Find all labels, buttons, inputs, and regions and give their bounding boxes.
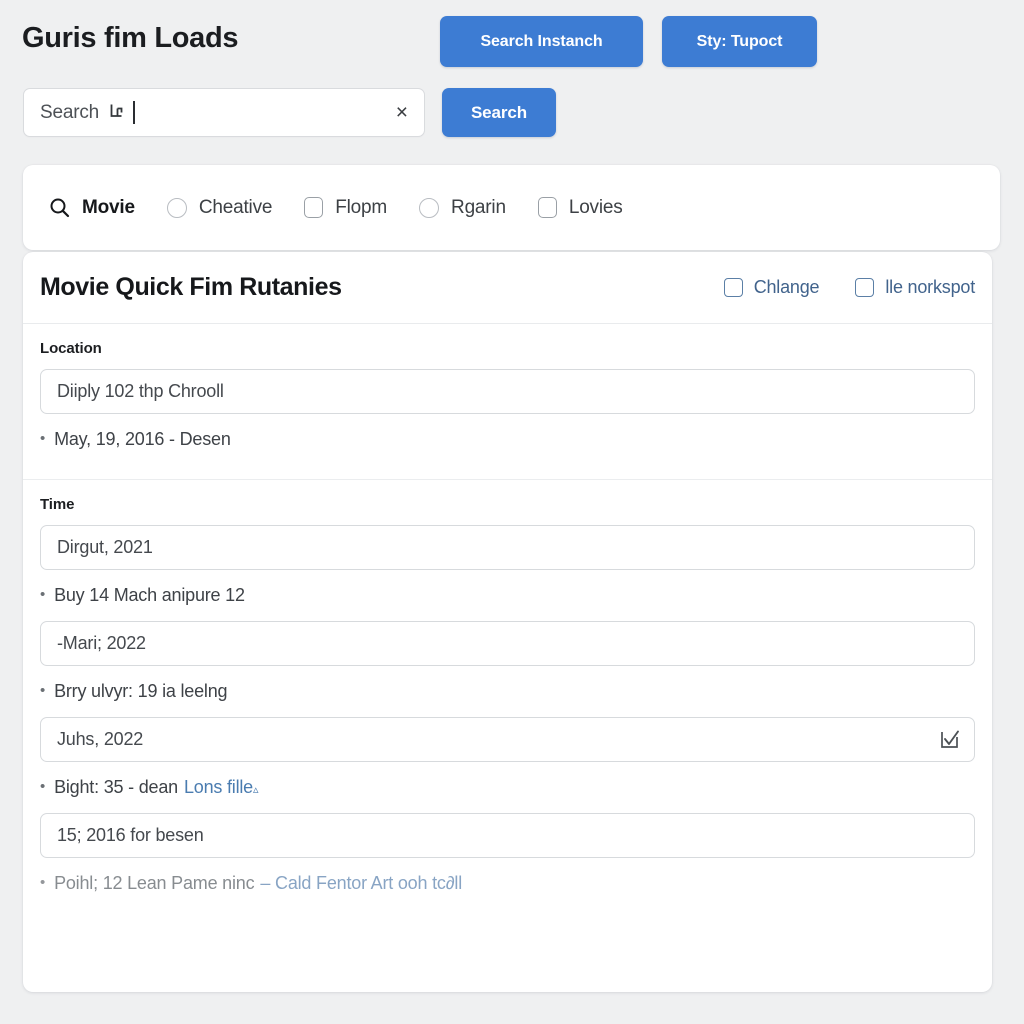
filter-label: Lovies bbox=[568, 196, 623, 218]
row-input-value: Juhs, 2022 bbox=[57, 729, 144, 749]
row-input-juhs[interactable]: Juhs, 2022 bbox=[40, 717, 975, 762]
search-input-value: Search bbox=[40, 101, 100, 123]
filter-option-movie[interactable]: Movie bbox=[49, 197, 135, 219]
checkbox-lle-norkspot[interactable]: lle norkspot bbox=[855, 277, 975, 298]
sty-tupoct-button[interactable]: Sty: Tupoct bbox=[662, 16, 817, 67]
field-label-time: Time bbox=[40, 496, 75, 513]
radio-icon bbox=[419, 197, 440, 218]
search-button[interactable]: Search bbox=[442, 88, 556, 137]
checkbox-icon bbox=[855, 278, 875, 297]
row-input-besen[interactable]: 15; 2016 for besen bbox=[40, 813, 975, 858]
location-note: • May, 19, 2016 - Desen bbox=[40, 429, 975, 450]
note-text: Buy 14 Mach anipure 12 bbox=[54, 585, 245, 605]
row-input-value: 15; 2016 for besen bbox=[57, 825, 204, 845]
filter-label: Rgarin bbox=[451, 196, 506, 218]
note-text: Poihl; 12 Lean Pame ninc bbox=[54, 873, 255, 893]
section-location: Location Diiply 102 thp Chrooll • May, 1… bbox=[23, 324, 992, 479]
filter-option-cheative[interactable]: Cheative bbox=[166, 196, 273, 219]
text-caret bbox=[133, 101, 135, 124]
time-input[interactable]: Dirgut, 2021 bbox=[40, 525, 975, 570]
location-input-value: Diiply 102 thp Chrooll bbox=[57, 381, 224, 401]
bullet-dot: • bbox=[40, 874, 46, 891]
note-superscript: ▵ bbox=[253, 784, 259, 796]
clipped-note-wrapper: • Poihl; 12 Lean Pame ninc – Cald Fentor… bbox=[40, 873, 975, 893]
filter-option-rgarin[interactable]: Rgarin bbox=[419, 197, 506, 219]
filter-label: Cheative bbox=[198, 196, 273, 218]
radio-icon bbox=[166, 197, 187, 218]
row-input-value: -Mari; 2022 bbox=[57, 633, 146, 653]
search-instance-button[interactable]: Search Instanch bbox=[440, 16, 643, 67]
row-note-bight: • Bight: 35 - dean Lons fille ▵ bbox=[40, 777, 975, 798]
row-input-mari[interactable]: -Mari; 2022 bbox=[40, 621, 975, 666]
filter-label: Movie bbox=[82, 196, 135, 218]
row-note-poihl: • Poihl; 12 Lean Pame ninc – Cald Fentor… bbox=[40, 873, 975, 893]
bullet-dot: • bbox=[40, 682, 46, 699]
note-link[interactable]: – Cald Fentor Art ooh tc∂ll bbox=[260, 873, 462, 893]
clear-icon[interactable]: × bbox=[394, 102, 410, 123]
note-text: May, 19, 2016 - Desen bbox=[54, 429, 231, 449]
checkbox-icon bbox=[304, 197, 324, 218]
page-title: Guris fim Loads bbox=[22, 22, 239, 54]
checkbox-icon bbox=[537, 197, 557, 218]
app-root: Guris fim Loads Search Instanch Sty: Tup… bbox=[0, 0, 1024, 1024]
card-title: Movie Quick Fim Rutanies bbox=[40, 273, 342, 301]
checkbox-check-icon[interactable] bbox=[939, 729, 960, 750]
filter-option-lovies[interactable]: Lovies bbox=[537, 196, 623, 219]
bullet-dot: • bbox=[40, 430, 46, 447]
search-input[interactable]: Search × bbox=[23, 88, 425, 137]
top-header: Guris fim Loads Search Instanch Sty: Tup… bbox=[0, 0, 1024, 158]
field-label-location: Location bbox=[40, 340, 102, 357]
bullet-dot: • bbox=[40, 778, 46, 795]
section-time: Time Dirgut, 2021 • Buy 14 Mach anipure … bbox=[23, 479, 992, 907]
time-input-value: Dirgut, 2021 bbox=[57, 537, 153, 557]
checkbox-label: Chlange bbox=[753, 277, 820, 297]
filter-option-flopm[interactable]: Flopm bbox=[304, 197, 387, 219]
row-note-brry: • Brry ulvyr: 19 ia leelng bbox=[40, 681, 975, 702]
time-note: • Buy 14 Mach anipure 12 bbox=[40, 585, 975, 606]
note-text: Brry ulvyr: 19 ia leelng bbox=[54, 681, 228, 701]
search-input-glyph bbox=[110, 103, 125, 122]
bullet-dot: • bbox=[40, 586, 46, 603]
checkbox-chlange[interactable]: Chlange bbox=[723, 277, 820, 298]
location-input[interactable]: Diiply 102 thp Chrooll bbox=[40, 369, 975, 414]
card-header: Movie Quick Fim Rutanies Chlange lle nor… bbox=[23, 252, 992, 324]
checkbox-icon bbox=[723, 278, 743, 297]
details-card: Movie Quick Fim Rutanies Chlange lle nor… bbox=[23, 252, 992, 992]
checkbox-label: lle norkspot bbox=[885, 277, 975, 297]
search-icon bbox=[49, 197, 70, 218]
filter-bar: Movie Cheative Flopm Rgarin Lovies bbox=[23, 165, 1000, 250]
card-header-checkboxes: Chlange lle norkspot bbox=[688, 277, 975, 298]
filter-label: Flopm bbox=[335, 196, 388, 218]
note-link[interactable]: Lons fille bbox=[184, 777, 253, 798]
note-text: Bight: 35 - dean bbox=[54, 777, 178, 797]
